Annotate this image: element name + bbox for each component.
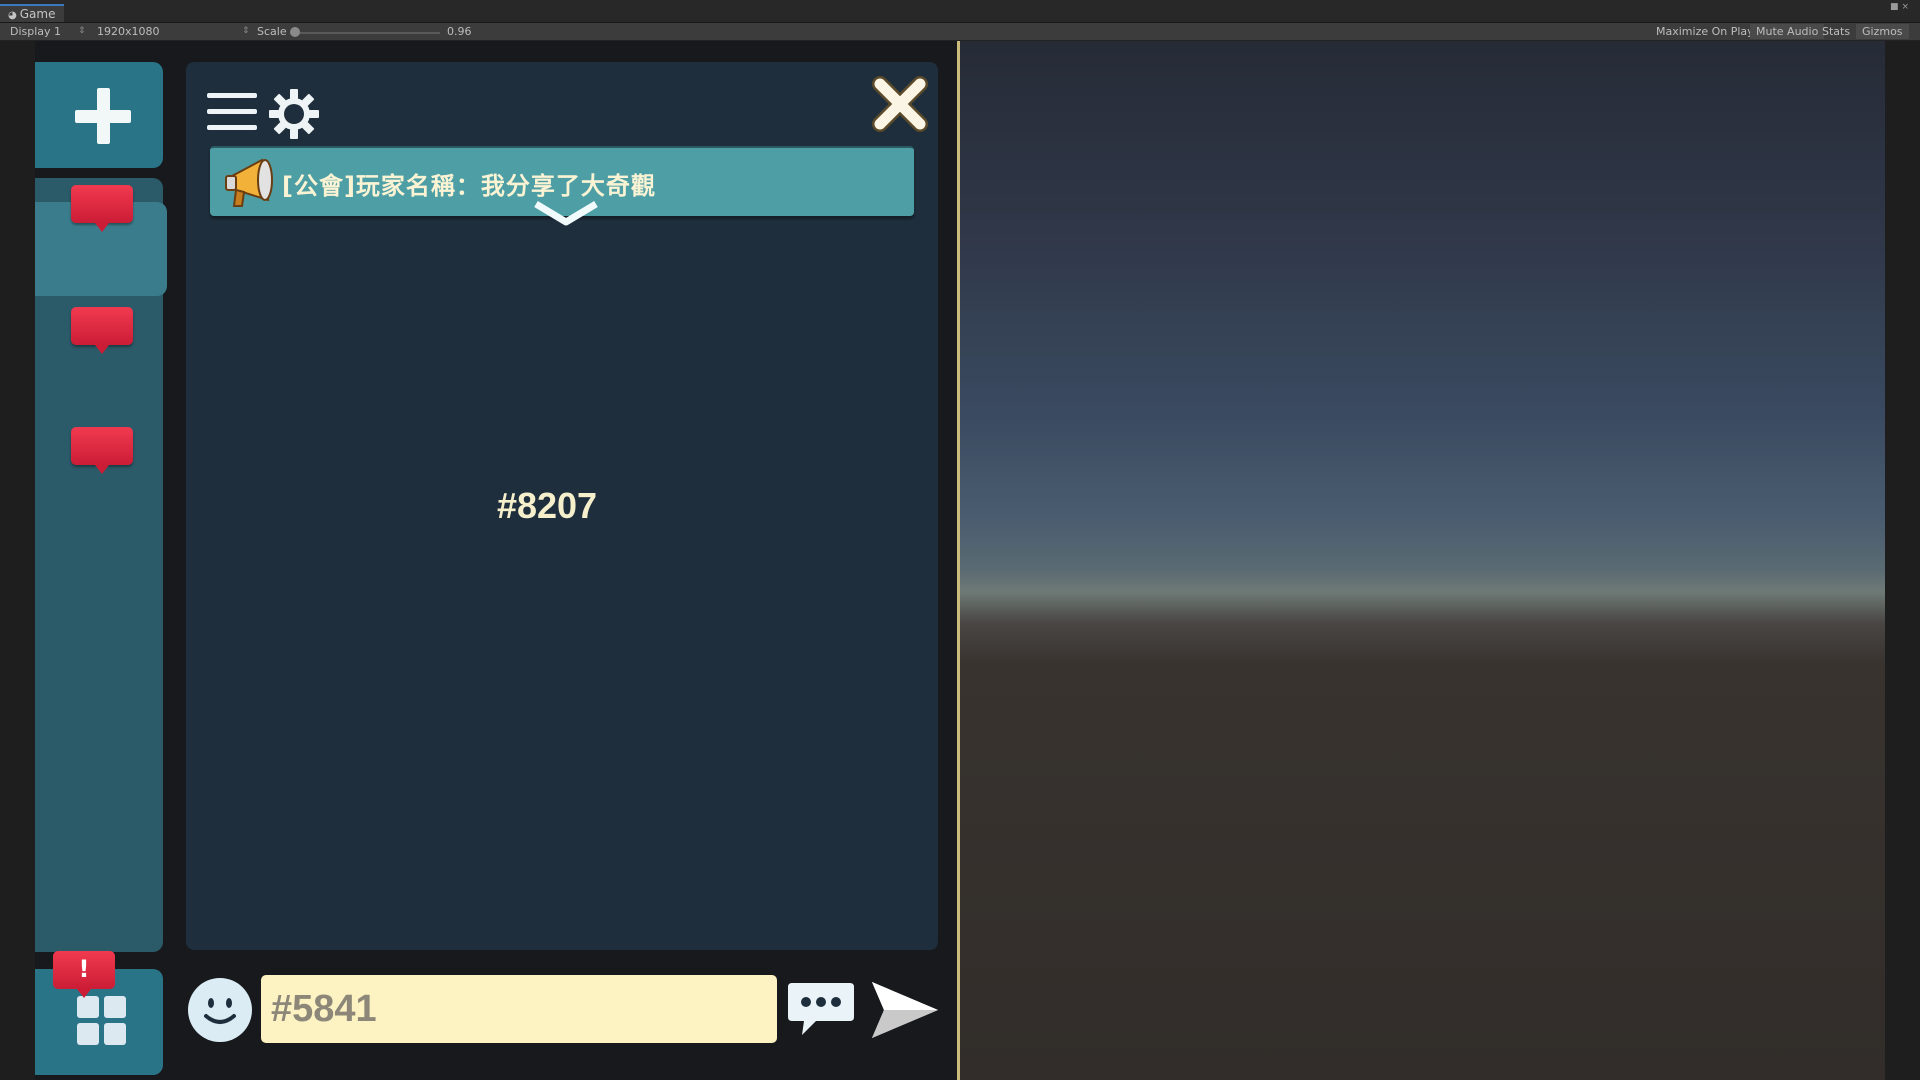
display-dropdown-arrow-icon: ⇕: [78, 26, 86, 36]
game-tab-icon: ◕: [8, 10, 17, 21]
stats-button[interactable]: Stats: [1816, 24, 1856, 39]
display-dropdown[interactable]: Display 1: [10, 23, 61, 40]
skybox-background: [960, 41, 1885, 1080]
notification-badge: [71, 307, 133, 354]
channel-sidebar: [35, 178, 167, 952]
editor-tab-bar: ◕ Game ■×: [0, 0, 1920, 23]
tab-game-label: Game: [19, 7, 56, 21]
game-viewport: ! [公會]玩家名稱：我分享了大奇觀 #8207 #5841: [35, 41, 1885, 1080]
game-view-toolbar: Display 1 ⇕ 1920x1080 ⇕ Scale 0.96 Maxim…: [0, 23, 1920, 41]
scale-slider-thumb[interactable]: [290, 27, 300, 37]
notification-badge: [71, 185, 133, 232]
gizmos-button[interactable]: Gizmos: [1856, 24, 1909, 39]
alert-badge: !: [53, 951, 115, 998]
scale-value: 0.96: [447, 25, 472, 38]
send-icon[interactable]: [868, 974, 940, 1046]
scale-slider-track[interactable]: [294, 32, 440, 34]
add-button[interactable]: [35, 62, 163, 168]
tab-game[interactable]: ◕ Game: [0, 4, 64, 22]
notification-badge: [71, 427, 133, 474]
resolution-dropdown[interactable]: 1920x1080: [97, 23, 160, 40]
smiley-icon[interactable]: [186, 976, 254, 1044]
message-input[interactable]: [261, 975, 777, 1043]
chevron-down-icon[interactable]: [530, 198, 602, 228]
window-menu-icon[interactable]: ■×: [1890, 2, 1912, 12]
announcement-banner[interactable]: [公會]玩家名稱：我分享了大奇觀: [210, 146, 914, 226]
resolution-dropdown-arrow-icon: ⇕: [242, 26, 250, 36]
close-icon[interactable]: [868, 72, 932, 136]
gear-icon[interactable]: [268, 88, 320, 140]
scale-label: Scale: [257, 25, 287, 38]
mute-audio-button[interactable]: Mute Audio: [1750, 24, 1825, 39]
menu-icon[interactable]: [207, 93, 257, 133]
chat-panel: [公會]玩家名稱：我分享了大奇觀 #8207: [186, 62, 938, 950]
announcement-text: [公會]玩家名稱：我分享了大奇觀: [282, 172, 656, 200]
maximize-on-play-button[interactable]: Maximize On Play: [1650, 24, 1760, 39]
speech-bubble-icon[interactable]: [786, 977, 856, 1041]
chat-placeholder-id: #8207: [496, 485, 598, 526]
panel-divider: [957, 41, 960, 1080]
megaphone-icon: [225, 158, 273, 207]
